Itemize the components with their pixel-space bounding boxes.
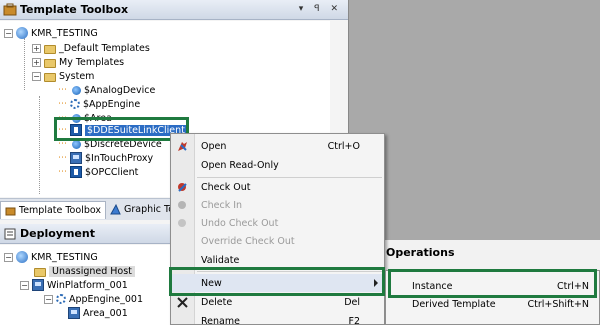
tree-item-my-templates[interactable]: + My Templates [32,55,124,69]
menu-item-open-read-only[interactable]: Open Read-Only [171,156,384,174]
menu-label: Rename [201,315,240,325]
tree-label: AppEngine_001 [69,293,144,305]
toolbox-icon [5,205,16,216]
collapse-icon[interactable]: − [32,71,41,81]
menu-label: Derived Template [412,298,496,310]
tree-label: $AppEngine [83,98,141,110]
toolbox-icon [3,3,17,17]
tree-label: KMR_TESTING [31,251,98,263]
check-in-icon [176,199,189,212]
deployment-icon [3,227,17,241]
tree-label: System [59,70,95,82]
deploy-item-unassigned-host[interactable]: Unassigned Host [34,264,135,278]
menu-item-open[interactable]: Open Ctrl+O [171,137,384,155]
opcclient-icon [70,166,82,178]
tree-label: $AnalogDevice [84,84,156,96]
tree-label: $OPCClient [85,166,139,178]
context-menu: Open Ctrl+O Open Read-Only Check Out Che… [170,133,385,325]
tree-label: KMR_TESTING [31,27,98,39]
menu-item-check-in[interactable]: Check In [171,196,384,214]
tab-label: Template Toolbox [19,204,101,216]
menu-item-undo-check-out[interactable]: Undo Check Out [171,214,384,232]
template-marker-icon: ⋯ [58,167,67,177]
deploy-item-root[interactable]: − KMR_TESTING [4,250,98,264]
open-icon [176,140,189,153]
tree-label: _Default Templates [59,42,150,54]
deploy-item-area[interactable]: Area_001 [68,306,128,320]
tree-item-intouchproxy[interactable]: ⋯ $InTouchProxy [58,151,153,165]
menu-label: Override Check Out [201,235,295,247]
folder-icon [44,58,56,68]
platform-icon [32,279,44,291]
menu-label: Check Out [201,181,251,193]
collapse-icon[interactable]: − [20,280,29,290]
collapse-icon[interactable]: − [44,294,53,304]
analog-device-icon [72,85,81,95]
appengine-icon [70,99,80,109]
template-toolbox-titlebar: Template Toolbox ▾ ꟼ ✕ [0,0,348,20]
highlight-box-instance [388,269,597,298]
tree-label: WinPlatform_001 [47,279,128,291]
galaxy-icon [16,27,28,39]
tree-item-system[interactable]: − System [32,69,94,83]
template-marker-icon: ⋯ [58,85,67,95]
operations-title: Operations [386,246,455,259]
tree-item-analog-device[interactable]: ⋯ $AnalogDevice [58,83,155,97]
template-toolbox-title: Template Toolbox [20,3,129,16]
menu-label: Validate [201,254,240,266]
area-icon [68,307,80,319]
menu-label: Check In [201,199,243,211]
delete-icon [176,296,189,309]
collapse-icon[interactable]: − [4,28,13,38]
deploy-item-winplatform[interactable]: − WinPlatform_001 [20,278,128,292]
tree-item-appengine[interactable]: ⋯ $AppEngine [58,97,140,111]
panel-controls[interactable]: ▾ ꟼ ✕ [299,4,342,14]
check-out-icon [176,181,189,194]
tree-item-opcclient[interactable]: ⋯ $OPCClient [58,165,138,179]
collapse-icon[interactable]: − [4,252,13,262]
menu-shortcut: F2 [348,315,360,325]
tree-item-default-templates[interactable]: + _Default Templates [32,41,150,55]
folder-icon [44,44,56,54]
expand-icon[interactable]: + [32,57,41,67]
galaxy-icon [16,251,28,263]
deploy-item-appengine[interactable]: − AppEngine_001 [44,292,143,306]
expand-icon[interactable]: + [32,43,41,53]
appengine-icon [56,294,66,304]
graphic-toolbox-icon [110,203,121,215]
menu-shortcut: Del [344,296,360,308]
tab-template-toolbox[interactable]: Template Toolbox [0,200,106,219]
folder-icon [44,72,56,82]
menu-shortcut: Ctrl+O [327,140,360,152]
menu-shortcut: Ctrl+Shift+N [527,298,589,310]
editor-area [348,0,600,240]
menu-label: Undo Check Out [201,217,279,229]
tree-label: $InTouchProxy [85,152,154,164]
menu-item-rename[interactable]: Rename F2 [171,312,384,325]
intouchproxy-icon [70,152,82,164]
highlight-box-template [54,117,189,141]
menu-item-check-out[interactable]: Check Out [171,178,384,196]
undo-check-out-icon [176,217,189,230]
tree-label: My Templates [59,56,125,68]
tree-item-root[interactable]: − KMR_TESTING [4,26,98,40]
menu-label: Delete [201,296,233,308]
template-marker-icon: ⋯ [58,99,67,109]
highlight-box-new [169,267,385,296]
tree-label: Area_001 [83,307,128,319]
menu-label: Open [201,140,227,152]
folder-icon [34,267,46,277]
tree-label: Unassigned Host [49,265,135,277]
menu-item-override-check-out[interactable]: Override Check Out [171,232,384,250]
template-marker-icon: ⋯ [58,153,67,163]
deployment-title: Deployment [20,227,95,240]
menu-label: Open Read-Only [201,159,279,171]
